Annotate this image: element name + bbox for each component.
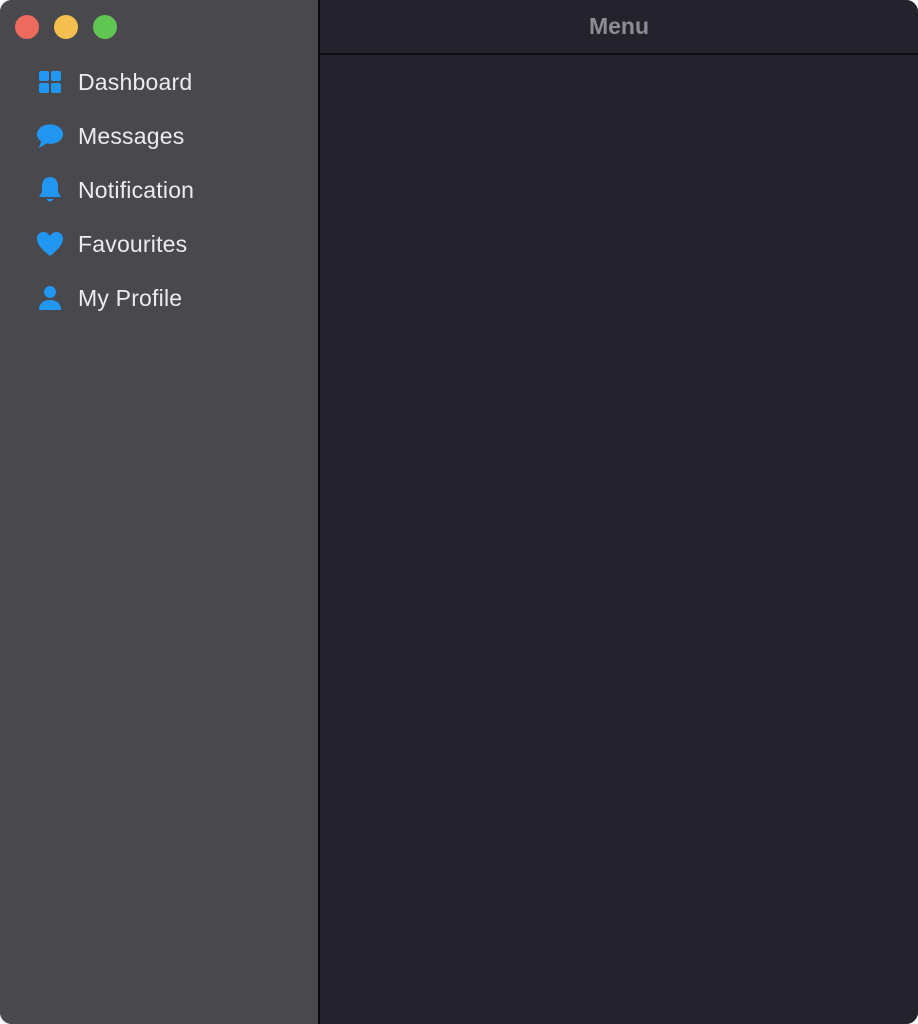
main-content: Menu (320, 0, 918, 1024)
sidebar-item-label: Messages (78, 122, 185, 149)
sidebar-item-label: My Profile (78, 284, 183, 311)
heart-icon (36, 230, 64, 258)
person-icon (36, 284, 64, 312)
close-window-button[interactable] (15, 15, 39, 39)
sidebar-nav: Dashboard Messages Notification Favourit… (0, 55, 318, 325)
sidebar-item-notification[interactable]: Notification (0, 163, 318, 217)
sidebar-item-label: Notification (78, 176, 195, 203)
sidebar-item-favourites[interactable]: Favourites (0, 217, 318, 271)
chat-bubble-icon (36, 122, 64, 150)
maximize-window-button[interactable] (93, 15, 117, 39)
sidebar-item-messages[interactable]: Messages (0, 109, 318, 163)
titlebar: Menu (320, 0, 918, 55)
grid-icon (36, 68, 64, 96)
window-controls (15, 15, 117, 39)
bell-icon (36, 176, 64, 204)
sidebar: Dashboard Messages Notification Favourit… (0, 0, 320, 1024)
sidebar-item-my-profile[interactable]: My Profile (0, 271, 318, 325)
app-window: Dashboard Messages Notification Favourit… (0, 0, 918, 1024)
minimize-window-button[interactable] (54, 15, 78, 39)
sidebar-item-label: Dashboard (78, 68, 193, 95)
sidebar-item-label: Favourites (78, 230, 188, 257)
page-title: Menu (588, 13, 650, 39)
sidebar-item-dashboard[interactable]: Dashboard (0, 55, 318, 109)
